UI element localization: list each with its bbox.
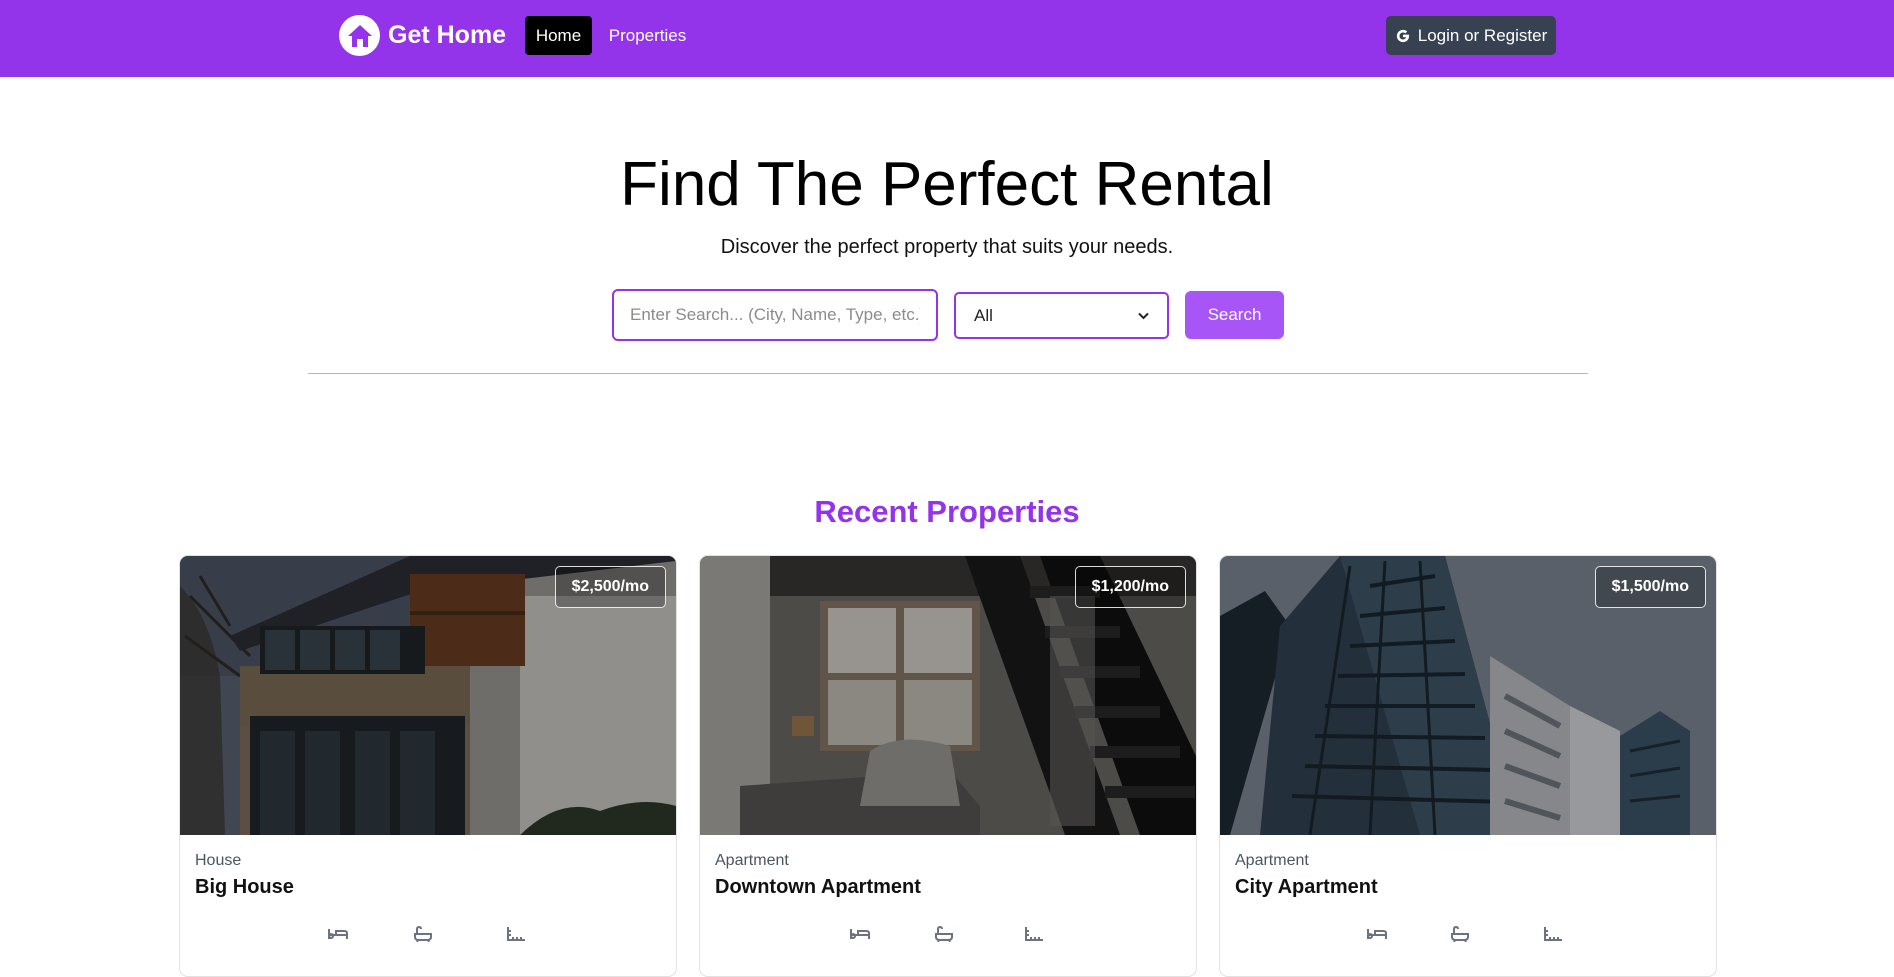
section-divider — [308, 373, 1588, 374]
ruler-icon — [1544, 927, 1562, 941]
ruler-icon — [507, 927, 525, 941]
brand-link[interactable]: Get Home — [339, 15, 506, 56]
property-image: $2,500/mo — [180, 556, 676, 835]
property-type-selected: All — [974, 305, 993, 325]
bed-icon — [1367, 929, 1387, 939]
google-icon — [1396, 29, 1409, 42]
nav-link-properties[interactable]: Properties — [600, 16, 695, 55]
bath-icon — [935, 926, 953, 942]
property-card[interactable]: $2,500/mo House Big House — [179, 555, 677, 977]
price-badge: $1,200/mo — [1074, 566, 1186, 608]
hero-title: Find The Perfect Rental — [620, 150, 1274, 219]
search-input[interactable] — [612, 289, 938, 341]
property-type: Apartment — [715, 852, 789, 869]
property-card[interactable]: $1,500/mo Apartment City Apartment — [1219, 555, 1717, 977]
search-button[interactable]: Search — [1185, 291, 1284, 339]
recent-properties-title: Recent Properties — [814, 494, 1080, 529]
property-name[interactable]: City Apartment — [1235, 876, 1378, 899]
bed-icon — [328, 929, 348, 939]
property-card[interactable]: $1,200/mo Apartment Downtown Apartment — [699, 555, 1197, 977]
bed-icon — [850, 929, 870, 939]
chevron-down-icon — [1138, 312, 1149, 319]
property-type: Apartment — [1235, 852, 1309, 869]
property-name[interactable]: Downtown Apartment — [715, 876, 921, 899]
login-register-label: Login or Register — [1417, 25, 1548, 45]
property-type: House — [195, 852, 242, 869]
ruler-icon — [1025, 927, 1043, 941]
home-logo-icon — [339, 15, 380, 56]
property-type-select[interactable]: All — [954, 292, 1169, 339]
price-badge: $2,500/mo — [554, 566, 666, 608]
login-register-button[interactable]: Login or Register — [1386, 16, 1556, 55]
navbar: Get Home Home Properties Login or Regist… — [0, 0, 1894, 77]
property-image: $1,500/mo — [1220, 556, 1716, 835]
nav-link-home[interactable]: Home — [525, 16, 592, 55]
bath-icon — [1451, 926, 1469, 942]
bath-icon — [414, 926, 432, 942]
brand-name: Get Home — [388, 21, 507, 49]
hero-subtitle: Discover the perfect property that suits… — [720, 236, 1174, 258]
price-badge: $1,500/mo — [1594, 566, 1706, 608]
property-image: $1,200/mo — [700, 556, 1196, 835]
property-name[interactable]: Big House — [195, 876, 294, 899]
